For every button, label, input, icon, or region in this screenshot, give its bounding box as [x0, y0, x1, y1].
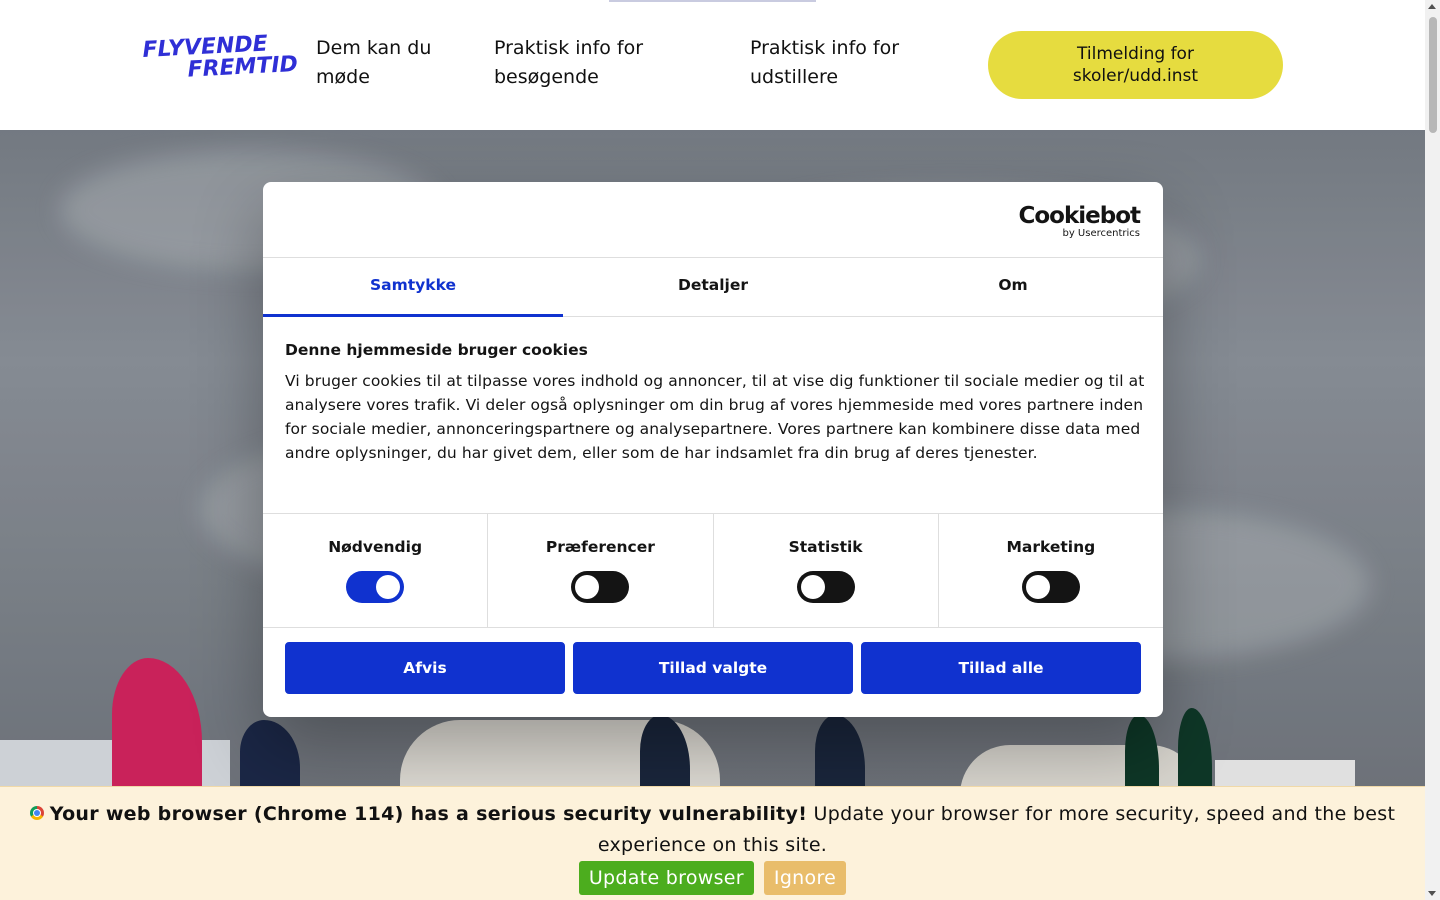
site-logo[interactable]: FLYVENDE FREMTID	[142, 31, 302, 92]
update-browser-button[interactable]: Update browser	[578, 861, 754, 895]
category-marketing: Marketing	[939, 514, 1163, 627]
nav-dem-kan-du-moede[interactable]: Dem kan du møde	[316, 34, 456, 92]
scrollbar-thumb[interactable]	[1429, 17, 1437, 133]
cookie-tabs: Samtykke Detaljer Om	[263, 257, 1163, 317]
cookie-description: Denne hjemmeside bruger cookies Vi bruge…	[285, 339, 1145, 465]
allow-all-button[interactable]: Tillad alle	[861, 642, 1141, 694]
toggle-knob	[1025, 575, 1050, 599]
page-scrollbar[interactable]	[1425, 0, 1440, 900]
ignore-button[interactable]: Ignore	[763, 861, 847, 895]
category-label: Præferencer	[545, 538, 655, 556]
category-label: Statistik	[788, 538, 863, 556]
chrome-icon	[29, 805, 44, 820]
category-noedvendig: Nødvendig	[263, 514, 489, 627]
noedvendig-toggle[interactable]	[346, 571, 405, 603]
toggle-knob	[800, 575, 825, 599]
nav-praktisk-info-besoegende[interactable]: Praktisk info for besøgende	[494, 34, 694, 92]
category-label: Marketing	[1006, 538, 1096, 556]
cookiebot-subtitle: by Usercentrics	[1062, 228, 1140, 239]
tab-detaljer[interactable]: Detaljer	[563, 258, 863, 316]
scroll-down-arrow-icon[interactable]	[1428, 891, 1436, 896]
toggle-knob	[376, 575, 401, 599]
cookiebot-logo[interactable]: Cookiebot by Usercentrics	[1018, 203, 1141, 239]
reject-button[interactable]: Afvis	[285, 642, 565, 694]
tab-samtykke[interactable]: Samtykke	[263, 258, 563, 317]
school-signup-button[interactable]: Tilmelding for skoler/udd.inst	[988, 31, 1283, 99]
browser-warning-buttons: Update browser Ignore	[0, 861, 1425, 895]
praeferencer-toggle[interactable]	[571, 571, 630, 603]
page: FLYVENDE FREMTID Dem kan du møde Praktis…	[0, 0, 1425, 900]
cookie-heading: Denne hjemmeside bruger cookies	[285, 341, 588, 359]
toggle-knob	[575, 575, 600, 599]
cookie-action-buttons: Afvis Tillad valgte Tillad alle	[285, 642, 1141, 694]
browser-update-banner: Your web browser (Chrome 114) has a seri…	[0, 786, 1425, 900]
scroll-up-arrow-icon[interactable]	[1428, 4, 1436, 9]
category-statistik: Statistik	[714, 514, 939, 627]
site-header: FLYVENDE FREMTID Dem kan du møde Praktis…	[0, 0, 1425, 130]
category-praeferencer: Præferencer	[488, 514, 714, 627]
cookie-consent-dialog: Cookiebot by Usercentrics Samtykke Detal…	[263, 182, 1163, 717]
allow-selected-button[interactable]: Tillad valgte	[573, 642, 853, 694]
browser-warning-bold: Your web browser (Chrome 114) has a seri…	[49, 803, 808, 825]
nav-praktisk-info-udstillere[interactable]: Praktisk info for udstillere	[750, 34, 950, 92]
statistik-toggle[interactable]	[796, 571, 855, 603]
cookiebot-wordmark: Cookiebot	[1018, 203, 1141, 229]
cookie-category-toggles: Nødvendig Præferencer Statistik Marketin…	[263, 513, 1163, 628]
category-label: Nødvendig	[328, 538, 423, 556]
marketing-toggle[interactable]	[1021, 571, 1080, 603]
top-indicator	[609, 0, 816, 2]
tab-om[interactable]: Om	[863, 258, 1163, 316]
logo-wordmark: FLYVENDE FREMTID	[142, 31, 304, 84]
cookie-body-text: Vi bruger cookies til at tilpasse vores …	[285, 372, 1145, 462]
browser-warning-text: Your web browser (Chrome 114) has a seri…	[10, 799, 1415, 861]
